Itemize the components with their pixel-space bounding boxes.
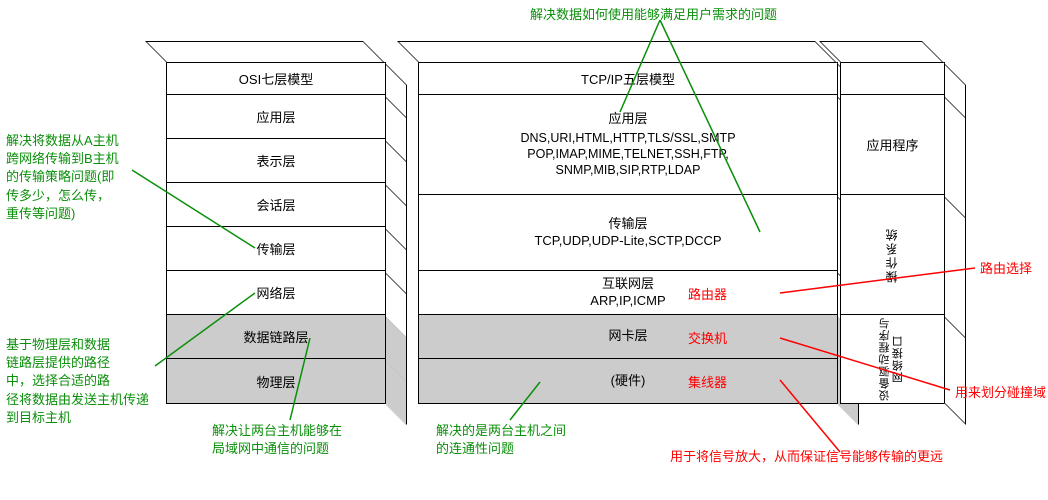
note-collision: 用来划分碰撞域 bbox=[955, 384, 1046, 402]
tcp-top-face bbox=[397, 41, 837, 63]
note-routing: 基于物理层和数据 链路层提供的路径 中，选择合适的路 径将数据由发送主机传递 到… bbox=[6, 336, 149, 427]
col3-driver-text: 设备驱动程序与网络接口 bbox=[879, 315, 905, 403]
col3-right bbox=[944, 63, 966, 425]
tcp-transport-protocols: TCP,UDP,UDP-Lite,SCTP,DCCP bbox=[534, 233, 721, 250]
tcp-internet-name: 互联网层 bbox=[602, 276, 654, 293]
col3-os: 操作系统 bbox=[841, 195, 944, 315]
note-connectivity: 解决的是两台主机之间 的连通性问题 bbox=[436, 422, 566, 458]
note-transport-policy: 解决将数据从A主机 跨网络传输到B主机 的传输策略问题(即 传多少，怎么传， 重… bbox=[6, 132, 119, 223]
osi-title: OSI七层模型 bbox=[167, 63, 385, 95]
note-lan: 解决让两台主机能够在 局域网中通信的问题 bbox=[212, 422, 342, 458]
tcp-layer-transport: 传输层 TCP,UDP,UDP-Lite,SCTP,DCCP bbox=[419, 195, 837, 271]
col3-app: 应用程序 bbox=[841, 95, 944, 195]
device-switch: 交换机 bbox=[688, 328, 727, 347]
tcp-hw-name: (硬件) bbox=[611, 373, 646, 390]
tcp-layer-nic: 网卡层 bbox=[419, 315, 837, 359]
osi-layer-datalink: 数据链路层 bbox=[167, 315, 385, 359]
osi-layer-network: 网络层 bbox=[167, 271, 385, 315]
col3-os-text: 操作系统 bbox=[886, 227, 899, 283]
tcp-app-name: 应用层 bbox=[608, 111, 647, 128]
osi-layer-physical: 物理层 bbox=[167, 359, 385, 403]
osi-layer-application: 应用层 bbox=[167, 95, 385, 139]
tcp-app-protocols: DNS,URI,HTML,HTTP,TLS/SSL,SMTP POP,IMAP,… bbox=[520, 130, 735, 179]
tcp-title: TCP/IP五层模型 bbox=[419, 63, 837, 95]
note-user-needs: 解决数据如何使用能够满足用户需求的问题 bbox=[530, 6, 777, 24]
tcp-transport-name: 传输层 bbox=[608, 216, 647, 233]
osi-layer-session: 会话层 bbox=[167, 183, 385, 227]
side-column: 应用程序 操作系统 设备驱动程序与网络接口 bbox=[840, 62, 945, 404]
note-route-select: 路由选择 bbox=[980, 260, 1032, 278]
col3-title bbox=[841, 63, 944, 95]
osi-stack: OSI七层模型 应用层 表示层 会话层 传输层 网络层 数据链路层 物理层 bbox=[166, 62, 386, 404]
device-hub: 集线器 bbox=[688, 372, 727, 391]
osi-right-face bbox=[385, 63, 407, 425]
device-router: 路由器 bbox=[688, 284, 727, 303]
osi-layer-transport: 传输层 bbox=[167, 227, 385, 271]
tcpip-stack: TCP/IP五层模型 应用层 DNS,URI,HTML,HTTP,TLS/SSL… bbox=[418, 62, 838, 404]
tcp-layer-internet: 互联网层 ARP,IP,ICMP bbox=[419, 271, 837, 315]
col3-top bbox=[819, 41, 944, 63]
note-signal-amp: 用于将信号放大，从而保证信号能够传输的更远 bbox=[670, 448, 943, 466]
osi-layer-presentation: 表示层 bbox=[167, 139, 385, 183]
tcp-layer-hardware: (硬件) bbox=[419, 359, 837, 403]
tcp-nic-name: 网卡层 bbox=[608, 328, 647, 345]
osi-top-face bbox=[145, 41, 385, 63]
tcp-internet-protocols: ARP,IP,ICMP bbox=[590, 293, 665, 310]
tcp-layer-application: 应用层 DNS,URI,HTML,HTTP,TLS/SSL,SMTP POP,I… bbox=[419, 95, 837, 195]
col3-driver: 设备驱动程序与网络接口 bbox=[841, 315, 944, 403]
